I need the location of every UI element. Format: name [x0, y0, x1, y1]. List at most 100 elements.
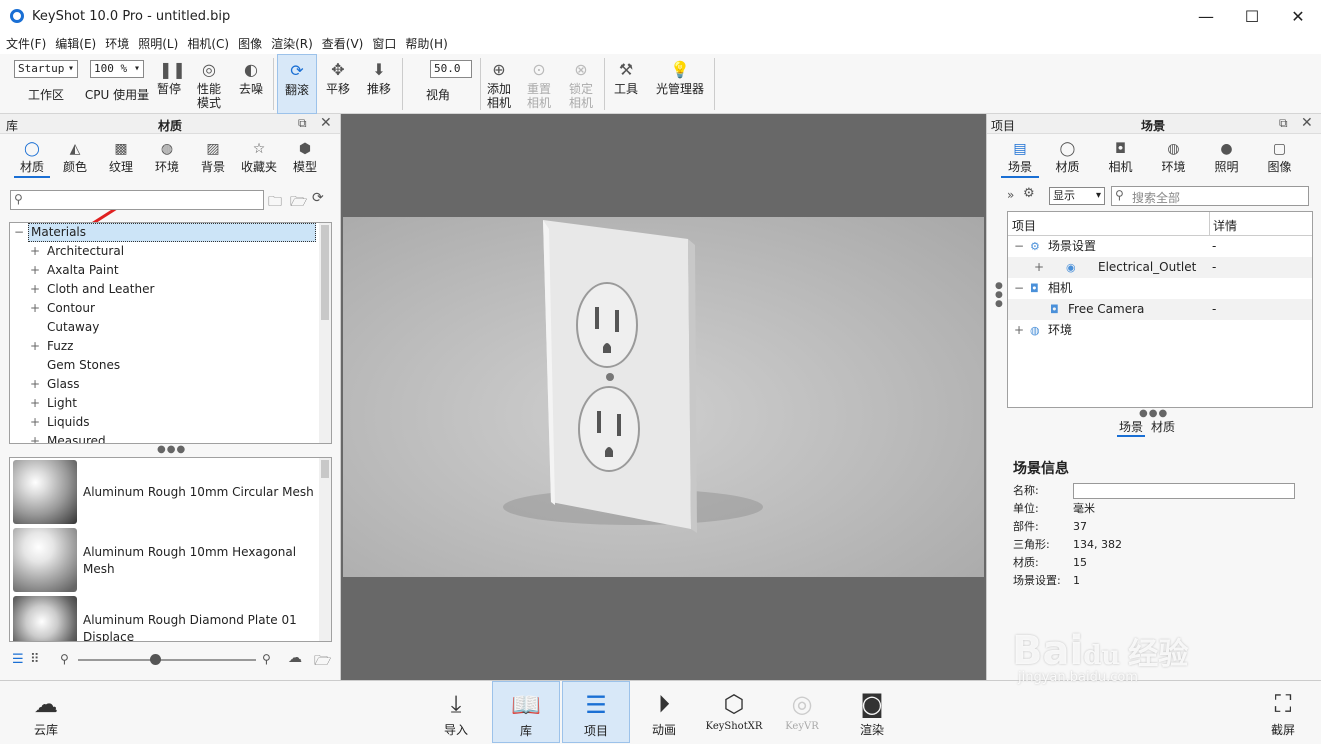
expand-toggle-icon[interactable]: + [30, 299, 40, 318]
screenshot-button[interactable]: ⛶ 截屏 [1258, 681, 1308, 743]
render-viewport[interactable] [341, 114, 986, 680]
expand-toggle-icon[interactable]: + [30, 337, 40, 356]
scene-tools-icon[interactable]: ⚙ [1023, 186, 1035, 201]
folder-move-icon[interactable]: 🗁 [290, 191, 307, 215]
tree-item[interactable]: + Architectural [10, 242, 331, 261]
light-manager-button[interactable]: 💡 光管理器 [652, 54, 708, 114]
expand-toggle-icon[interactable]: − [1014, 278, 1024, 299]
library-search-input[interactable]: ⚲ [10, 190, 264, 210]
cloud-library-button[interactable]: ☁ 云库 [24, 681, 68, 743]
tree-item[interactable]: + Cloth and Leather [10, 280, 331, 299]
library-toggle-button[interactable]: 📖 库 [492, 681, 560, 743]
tab-lighting[interactable]: ● 照明 [1200, 140, 1253, 175]
tab-material[interactable]: ◯ 材质 [1041, 140, 1094, 175]
column-item-header[interactable]: 项目 [1012, 217, 1036, 234]
tree-scrollbar[interactable] [319, 223, 331, 443]
tab-environment[interactable]: ◍ 环境 [1147, 140, 1200, 175]
add-camera-button[interactable]: ⊕ 添加 相机 [484, 54, 514, 114]
tree-item[interactable]: + Liquids [10, 413, 331, 432]
animation-button[interactable]: ⏵ 动画 [642, 681, 686, 743]
tumble-button[interactable]: ⟳ 翻滚 [277, 54, 317, 114]
cloud-upload-icon[interactable]: ☁ [288, 650, 302, 666]
tab-materials[interactable]: ◯ 材质 [12, 140, 52, 178]
column-detail-header[interactable]: 详情 [1213, 217, 1237, 234]
menu-window[interactable]: 窗口 [372, 35, 396, 52]
tree-item[interactable]: + Measured [10, 432, 331, 443]
tree-item[interactable]: Cutaway [10, 318, 331, 337]
pan-button[interactable]: ✥ 平移 [320, 54, 356, 114]
tab-environments[interactable]: ◍ 环境 [144, 140, 190, 175]
list-view-icon[interactable]: ☰ [12, 652, 24, 667]
menu-lighting[interactable]: 照明(L) [138, 35, 178, 52]
tab-colors[interactable]: ◭ 颜色 [52, 140, 98, 175]
subtab-scene[interactable]: 场景 [1117, 418, 1146, 437]
project-toggle-button[interactable]: ☰ 项目 [562, 681, 630, 743]
expand-toggle-icon[interactable]: + [30, 261, 40, 280]
menu-file[interactable]: 文件(F) [6, 35, 46, 52]
undock-icon[interactable]: ⧉ [298, 116, 307, 131]
scene-search-input[interactable]: ⚲ 搜索全部 [1111, 186, 1309, 206]
folder-add-icon[interactable]: 🗀 [268, 191, 282, 215]
material-swatch-item[interactable]: Aluminum Rough 10mm Circular Mesh [10, 458, 331, 526]
expand-toggle-icon[interactable]: + [1014, 320, 1024, 341]
zoom-in-icon[interactable]: ⚲ [262, 652, 271, 666]
material-swatch-item[interactable]: Aluminum Rough 10mm Hexagonal Mesh [10, 526, 331, 594]
grid-view-icon[interactable]: ⠿ [30, 652, 40, 667]
expand-toggle-icon[interactable]: + [30, 413, 40, 432]
tree-item[interactable]: − Materials [10, 223, 331, 242]
render-button[interactable]: ◙ 渲染 [850, 681, 894, 743]
menu-edit[interactable]: 编辑(E) [55, 35, 96, 52]
splitter-handle-icon[interactable]: ●●● [157, 444, 186, 455]
menu-environment[interactable]: 环境 [105, 35, 129, 52]
dolly-button[interactable]: ⬇ 推移 [360, 54, 398, 114]
display-dropdown[interactable]: 显示 [1049, 187, 1105, 205]
tab-scene[interactable]: ▤ 场景 [999, 140, 1041, 178]
splitter-handle-icon[interactable]: ●●● [995, 282, 1003, 309]
expand-toggle-icon[interactable]: + [30, 242, 40, 261]
lock-camera-button[interactable]: ⊗ 锁定 相机 [566, 54, 596, 114]
tree-item[interactable]: + Fuzz [10, 337, 331, 356]
close-panel-icon[interactable]: ✕ [1301, 115, 1313, 131]
keyvr-button[interactable]: ◎ KeyVR [782, 681, 822, 743]
close-button[interactable]: ✕ [1275, 0, 1321, 32]
tab-models[interactable]: ⬢ 模型 [282, 140, 328, 175]
expand-toggle-icon[interactable]: − [1014, 236, 1024, 257]
refresh-icon[interactable]: ⟳ [312, 190, 324, 206]
expand-toggle-icon[interactable]: + [30, 280, 40, 299]
expand-toggle-icon[interactable]: − [14, 223, 24, 242]
expand-toggle-icon[interactable]: + [1034, 257, 1044, 278]
import-button[interactable]: ⤓ 导入 [436, 681, 476, 743]
tree-item[interactable]: + Glass [10, 375, 331, 394]
material-swatch-item[interactable]: Aluminum Rough Diamond Plate 01 Displace [10, 594, 331, 641]
zoom-out-icon[interactable]: ⚲ [60, 652, 69, 666]
expand-arrows-icon[interactable]: » [1007, 188, 1014, 202]
pause-button[interactable]: ❚❚ 暂停 [152, 54, 186, 114]
scene-tree-item[interactable]: + ◍ 环境 [1008, 320, 1312, 341]
close-panel-icon[interactable]: ✕ [320, 115, 332, 131]
performance-mode-button[interactable]: ◎ 性能 模式 [190, 54, 228, 114]
scene-tree-item[interactable]: − ⚙ 场景设置 - [1008, 236, 1312, 257]
tab-camera[interactable]: ◘ 相机 [1094, 140, 1147, 175]
maximize-button[interactable]: ☐ [1229, 0, 1275, 32]
tree-item[interactable]: + Axalta Paint [10, 261, 331, 280]
menu-help[interactable]: 帮助(H) [405, 35, 447, 52]
subtab-material[interactable]: 材质 [1151, 418, 1175, 437]
expand-toggle-icon[interactable]: + [30, 432, 40, 443]
swatch-scrollbar[interactable] [319, 458, 331, 641]
scene-tree-item[interactable]: − ◘ 相机 [1008, 278, 1312, 299]
tab-image[interactable]: ▢ 图像 [1253, 140, 1306, 175]
tab-textures[interactable]: ▩ 纹理 [98, 140, 144, 175]
tree-item[interactable]: Gem Stones [10, 356, 331, 375]
tree-item[interactable]: + Contour [10, 299, 331, 318]
scene-name-input[interactable] [1073, 483, 1295, 499]
import-folder-icon[interactable]: 🗁 [314, 650, 331, 674]
thumbnail-size-slider[interactable] [78, 654, 256, 665]
undock-icon[interactable]: ⧉ [1279, 116, 1288, 131]
menu-render[interactable]: 渲染(R) [271, 35, 313, 52]
menu-view[interactable]: 查看(V) [322, 35, 364, 52]
expand-toggle-icon[interactable]: + [30, 375, 40, 394]
expand-toggle-icon[interactable]: + [30, 394, 40, 413]
menu-camera[interactable]: 相机(C) [187, 35, 229, 52]
scene-tree-item[interactable]: ◘ Free Camera - [1008, 299, 1312, 320]
tools-button[interactable]: ⚒ 工具 [610, 54, 642, 114]
